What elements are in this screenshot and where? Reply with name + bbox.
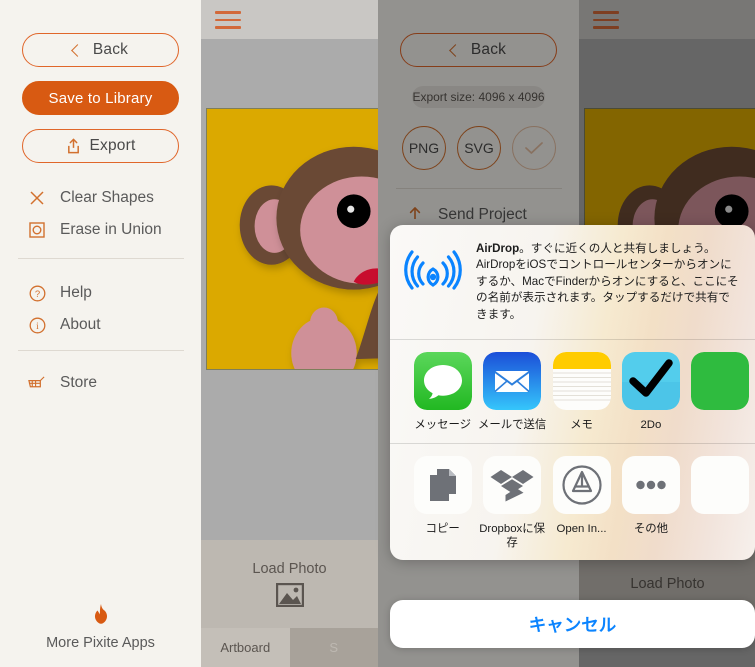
notes-icon xyxy=(552,352,611,411)
menu-item-erase-in-union[interactable]: Erase in Union xyxy=(28,221,162,239)
info-circle-icon: i xyxy=(28,316,46,334)
menu-item-help[interactable]: ? Help xyxy=(28,284,92,302)
menu-label-help: Help xyxy=(60,284,92,301)
photo-placeholder-icon xyxy=(275,583,304,607)
share-app-messages[interactable]: メッセージ xyxy=(408,352,477,432)
share-upload-icon xyxy=(67,138,79,154)
tab-shapes-label: S xyxy=(329,640,339,655)
shopping-cart-icon xyxy=(28,374,46,392)
share-action-dropbox-label: Dropboxに保存 xyxy=(479,522,546,549)
airdrop-section[interactable]: AirDrop。すぐに近くの人と共有しましょう。AirDropをiOSでコントロ… xyxy=(390,225,755,339)
menu-label-store: Store xyxy=(60,374,98,391)
share-app-2do[interactable]: 2Do xyxy=(616,352,685,432)
artboard[interactable] xyxy=(206,108,378,370)
dropbox-icon xyxy=(483,455,542,514)
share-app-notes[interactable]: メモ xyxy=(547,352,616,432)
airdrop-title: AirDrop xyxy=(476,242,520,255)
menu-item-about[interactable]: i About xyxy=(28,316,101,334)
hamburger-menu-icon[interactable] xyxy=(215,11,241,34)
menu-label-erase-in-union: Erase in Union xyxy=(60,221,162,238)
screen-root: Back Save to Library Export Clear Shapes xyxy=(0,0,755,667)
share-app-mail[interactable]: メールで送信 xyxy=(477,352,546,432)
menu-item-clear-shapes[interactable]: Clear Shapes xyxy=(28,189,154,207)
menu-divider-1 xyxy=(18,258,184,259)
cancel-button[interactable]: キャンセル xyxy=(390,600,755,648)
question-circle-icon: ? xyxy=(28,284,46,302)
erase-union-icon xyxy=(28,221,46,239)
partial-app-icon xyxy=(691,352,750,411)
svg-text:i: i xyxy=(36,322,39,332)
share-action-dropbox[interactable]: Dropboxに保存 xyxy=(477,455,546,551)
share-app-messages-label: メッセージ xyxy=(414,419,472,432)
more-pixite-apps-button[interactable]: More Pixite Apps xyxy=(0,603,201,651)
menu-item-store[interactable]: Store xyxy=(28,374,97,392)
load-photo-area[interactable]: Load Photo xyxy=(201,540,378,628)
monkey-artwork xyxy=(207,109,378,369)
cancel-button-label: キャンセル xyxy=(528,614,617,635)
appstore-icon xyxy=(552,455,611,514)
canvas-tabbar: Artboard S xyxy=(201,628,378,667)
svg-text:?: ? xyxy=(34,289,39,300)
mail-icon xyxy=(483,352,542,411)
share-action-copy[interactable]: コピー xyxy=(408,455,477,551)
share-action-more[interactable]: その他 xyxy=(616,455,685,551)
more-pixite-apps-label: More Pixite Apps xyxy=(46,635,155,651)
airdrop-icon xyxy=(404,250,462,290)
back-button-label: Back xyxy=(92,41,129,58)
copy-icon xyxy=(413,455,472,514)
menu-label-about: About xyxy=(60,316,101,333)
load-photo-label: Load Photo xyxy=(252,561,327,577)
ellipsis-icon xyxy=(621,455,680,514)
tab-artboard[interactable]: Artboard xyxy=(201,628,290,667)
share-apps-row: メッセージ メールで送信 メモ 2Do xyxy=(390,340,755,442)
menu-label-clear-shapes: Clear Shapes xyxy=(60,189,154,206)
back-button[interactable]: Back xyxy=(22,33,179,67)
share-action-open-in[interactable]: Open In... xyxy=(547,455,616,551)
chevron-left-icon xyxy=(70,43,84,57)
save-to-library-label: Save to Library xyxy=(48,89,153,107)
messages-icon xyxy=(413,352,472,411)
share-app-partial[interactable] xyxy=(686,352,755,432)
export-button-label: Export xyxy=(89,137,136,154)
share-sheet: AirDrop。すぐに近くの人と共有しましょう。AirDropをiOSでコントロ… xyxy=(390,225,755,561)
canvas-panel: Load Photo Artboard S xyxy=(201,0,378,667)
export-button[interactable]: Export xyxy=(22,129,179,163)
twodo-checkmark-icon xyxy=(621,352,680,411)
airdrop-description: AirDrop。すぐに近くの人と共有しましょう。AirDropをiOSでコントロ… xyxy=(476,239,739,323)
save-to-library-button[interactable]: Save to Library xyxy=(22,81,179,115)
tab-shapes[interactable]: S xyxy=(289,628,378,667)
share-action-copy-label: コピー xyxy=(425,522,460,535)
share-action-open-in-label: Open In... xyxy=(556,522,607,535)
share-app-notes-label: メモ xyxy=(570,419,593,432)
side-menu-panel: Back Save to Library Export Clear Shapes xyxy=(0,0,201,667)
partial-action-icon xyxy=(691,455,750,514)
close-x-icon xyxy=(28,189,46,207)
share-actions-row: コピー Dropboxに保存 Open In... その他 xyxy=(390,444,755,561)
canvas-topbar xyxy=(201,0,378,39)
share-app-2do-label: 2Do xyxy=(640,419,662,432)
share-action-more-label: その他 xyxy=(633,522,669,535)
tab-artboard-label: Artboard xyxy=(220,640,271,655)
share-action-partial[interactable] xyxy=(686,455,755,551)
flame-icon xyxy=(94,604,107,624)
share-app-mail-label: メールで送信 xyxy=(477,419,547,432)
menu-divider-2 xyxy=(18,350,184,351)
